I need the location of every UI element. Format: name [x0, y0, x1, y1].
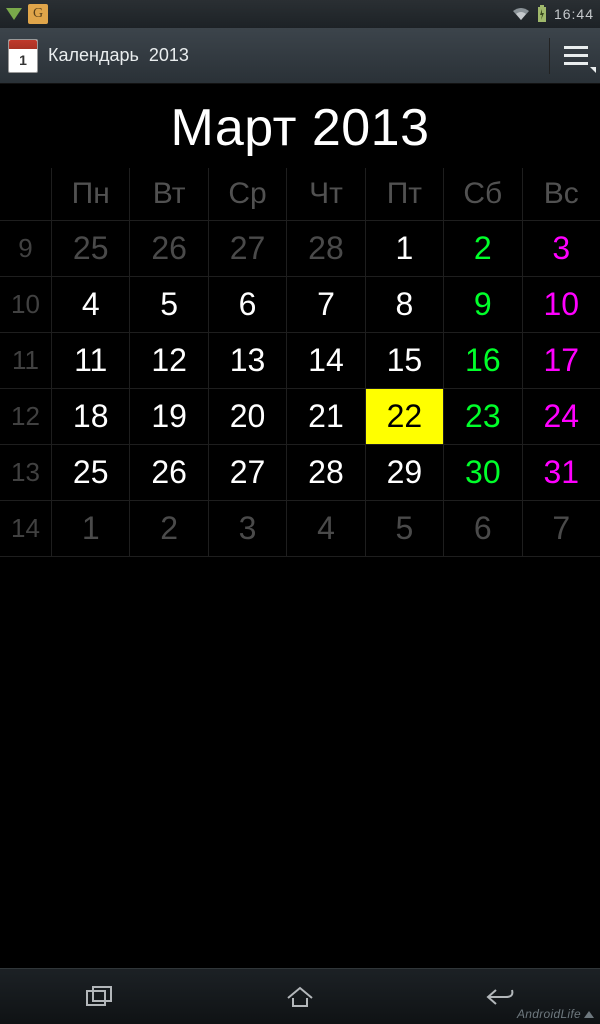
day-cell[interactable]: 28 — [287, 445, 365, 500]
week-number: 13 — [0, 445, 52, 500]
day-cell[interactable]: 5 — [366, 501, 444, 556]
day-cell[interactable]: 7 — [287, 277, 365, 332]
status-clock: 16:44 — [554, 6, 594, 22]
day-cell[interactable]: 25 — [52, 445, 130, 500]
app-year[interactable]: 2013 — [149, 45, 189, 66]
weekday-header-row: Пн Вт Ср Чт Пт Сб Вс — [0, 168, 600, 221]
calendar-week-row: 1325262728293031 — [0, 445, 600, 501]
week-number-header — [0, 168, 52, 220]
weekday-header: Пт — [366, 168, 444, 220]
weekday-header: Чт — [287, 168, 365, 220]
watermark: AndroidLife — [517, 1007, 594, 1021]
day-cell[interactable]: 27 — [209, 221, 287, 276]
calendar-week-row: 1045678910 — [0, 277, 600, 333]
day-cell[interactable]: 7 — [523, 501, 600, 556]
wifi-icon — [512, 7, 530, 21]
day-cell[interactable]: 19 — [130, 389, 208, 444]
weekday-header: Вт — [130, 168, 208, 220]
week-number: 12 — [0, 389, 52, 444]
battery-charging-icon — [536, 5, 548, 23]
calendar-week-row: 141234567 — [0, 501, 600, 557]
day-cell-today[interactable]: 22 — [366, 389, 444, 444]
day-cell[interactable]: 13 — [209, 333, 287, 388]
calendar-app-icon[interactable]: 1 — [8, 39, 38, 73]
app-title: Календарь — [48, 45, 139, 66]
menu-button[interactable] — [562, 42, 590, 69]
calendar-week-row: 925262728123 — [0, 221, 600, 277]
calendar-icon-day: 1 — [9, 49, 37, 72]
day-cell[interactable]: 14 — [287, 333, 365, 388]
day-cell[interactable]: 17 — [523, 333, 600, 388]
day-cell[interactable]: 24 — [523, 389, 600, 444]
system-nav-bar: AndroidLife — [0, 968, 600, 1024]
week-number: 11 — [0, 333, 52, 388]
day-cell[interactable]: 25 — [52, 221, 130, 276]
day-cell[interactable]: 3 — [523, 221, 600, 276]
weekday-header: Сб — [444, 168, 522, 220]
day-cell[interactable]: 31 — [523, 445, 600, 500]
status-left: G — [6, 4, 48, 24]
day-cell[interactable]: 30 — [444, 445, 522, 500]
status-right: 16:44 — [512, 5, 594, 23]
day-cell[interactable]: 29 — [366, 445, 444, 500]
day-cell[interactable]: 15 — [366, 333, 444, 388]
calendar-week-row: 1111121314151617 — [0, 333, 600, 389]
day-cell[interactable]: 3 — [209, 501, 287, 556]
day-cell[interactable]: 28 — [287, 221, 365, 276]
status-bar: G 16:44 — [0, 0, 600, 28]
calendar-week-row: 1218192021222324 — [0, 389, 600, 445]
recent-apps-button[interactable] — [70, 979, 130, 1015]
day-cell[interactable]: 27 — [209, 445, 287, 500]
day-cell[interactable]: 26 — [130, 221, 208, 276]
day-cell[interactable]: 1 — [52, 501, 130, 556]
day-cell[interactable]: 4 — [287, 501, 365, 556]
day-cell[interactable]: 26 — [130, 445, 208, 500]
day-cell[interactable]: 4 — [52, 277, 130, 332]
day-cell[interactable]: 8 — [366, 277, 444, 332]
day-cell[interactable]: 12 — [130, 333, 208, 388]
day-cell[interactable]: 6 — [444, 501, 522, 556]
week-number: 9 — [0, 221, 52, 276]
day-cell[interactable]: 5 — [130, 277, 208, 332]
day-cell[interactable]: 23 — [444, 389, 522, 444]
calendar-grid: Пн Вт Ср Чт Пт Сб Вс 9252627281231045678… — [0, 168, 600, 557]
day-cell[interactable]: 1 — [366, 221, 444, 276]
month-title: Март 2013 — [0, 84, 600, 168]
day-cell[interactable]: 20 — [209, 389, 287, 444]
home-button[interactable] — [270, 979, 330, 1015]
day-cell[interactable]: 21 — [287, 389, 365, 444]
day-cell[interactable]: 2 — [130, 501, 208, 556]
week-number: 14 — [0, 501, 52, 556]
day-cell[interactable]: 16 — [444, 333, 522, 388]
notification-icon — [6, 8, 22, 20]
vertical-divider — [549, 38, 550, 74]
day-cell[interactable]: 10 — [523, 277, 600, 332]
day-cell[interactable]: 11 — [52, 333, 130, 388]
weekday-header: Ср — [209, 168, 287, 220]
weekday-header: Вс — [523, 168, 600, 220]
day-cell[interactable]: 2 — [444, 221, 522, 276]
weekday-header: Пн — [52, 168, 130, 220]
app-bar: 1 Календарь 2013 — [0, 28, 600, 84]
day-cell[interactable]: 6 — [209, 277, 287, 332]
day-cell[interactable]: 18 — [52, 389, 130, 444]
week-number: 10 — [0, 277, 52, 332]
app-notification-icon: G — [28, 4, 48, 24]
day-cell[interactable]: 9 — [444, 277, 522, 332]
